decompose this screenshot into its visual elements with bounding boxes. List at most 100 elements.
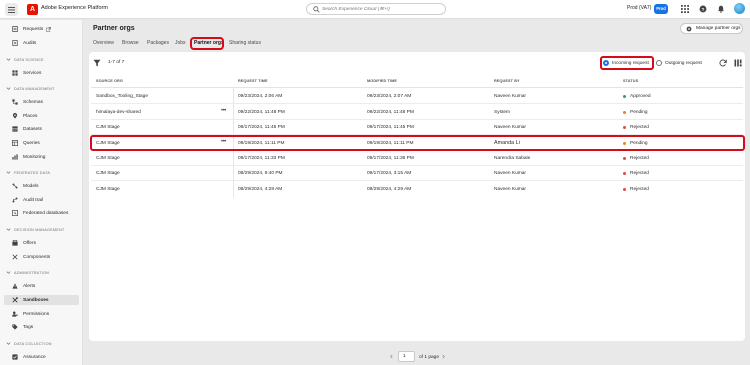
gear-icon xyxy=(686,26,692,31)
audits-icon xyxy=(11,39,19,47)
monitoring-icon xyxy=(11,153,19,161)
cell-request-by: System xyxy=(494,110,510,115)
sidebar-item-models[interactable]: Models xyxy=(4,181,79,191)
sidebar-item-label: Queries xyxy=(23,140,40,146)
sidebar-section-federated-data[interactable]: FEDERATED DATA xyxy=(6,170,50,175)
search-input[interactable] xyxy=(322,4,442,14)
cell-status: Approved xyxy=(630,94,651,99)
tab-highlight-annotation xyxy=(190,37,224,50)
sidebar-item-components[interactable]: Components xyxy=(4,252,79,262)
sidebar-item-tags[interactable]: Tags xyxy=(4,322,79,332)
sidebar-item-label: Tags xyxy=(23,324,34,330)
previous-page-icon[interactable] xyxy=(389,354,394,359)
sidebar-item-requests[interactable]: Requests xyxy=(4,24,79,34)
sidebar-item-services[interactable]: Services xyxy=(4,68,79,78)
search-box[interactable] xyxy=(306,3,446,15)
cell-source-org: CJM Stage xyxy=(96,187,120,192)
org-switcher[interactable]: Prod (VA7) xyxy=(627,5,651,11)
sidebar: Requests Audits DATA SCIENCE Services DA… xyxy=(0,20,83,365)
filter-icon[interactable] xyxy=(93,59,101,67)
tags-icon xyxy=(11,323,19,331)
sidebar-item-label: Components xyxy=(23,254,51,260)
cell-source-org: CJM Stage xyxy=(96,156,120,161)
table-row[interactable]: Sandbox_Tooling_Stage 09/23/2024, 2:06 A… xyxy=(91,89,743,104)
adobe-logo-icon[interactable]: A xyxy=(27,4,38,15)
requests-icon xyxy=(11,25,19,33)
sidebar-item-audits[interactable]: Audits xyxy=(4,38,79,48)
sidebar-item-label: Alerts xyxy=(23,283,36,289)
column-header-modified-time[interactable]: MODIFIED TIME xyxy=(367,79,397,83)
menu-icon[interactable] xyxy=(5,3,18,16)
next-page-icon[interactable] xyxy=(441,354,446,359)
help-icon[interactable]: ? xyxy=(698,4,708,14)
environment-badge[interactable]: Prod xyxy=(654,4,668,14)
column-header-status[interactable]: STATUS xyxy=(623,79,638,83)
cell-request-by: Naveen Kumar xyxy=(494,125,526,130)
column-header-request-time[interactable]: REQUEST TIME xyxy=(238,79,268,83)
sidebar-item-label: Audits xyxy=(23,40,37,46)
sidebar-item-monitoring[interactable]: Monitoring xyxy=(4,152,79,162)
sidebar-item-assurance[interactable]: Assurance xyxy=(4,352,79,362)
cell-request-time: 09/17/2024, 11:33 PM xyxy=(238,156,285,161)
tab-jobs[interactable]: Jobs xyxy=(175,40,186,46)
sidebar-section-administration[interactable]: ADMINISTRATION xyxy=(6,270,49,275)
sidebar-item-datasets[interactable]: Datasets xyxy=(4,124,79,134)
tab-overview[interactable]: Overview xyxy=(93,40,114,46)
tab-browse[interactable]: Browse xyxy=(122,40,139,46)
sidebar-item-queries[interactable]: Queries xyxy=(4,138,79,148)
sidebar-item-label: Requests xyxy=(23,26,44,32)
column-settings-icon[interactable] xyxy=(734,59,742,67)
table-row[interactable]: CJM Stage 08/29/2024, 9:40 PM 09/17/2024… xyxy=(91,166,743,181)
chevron-down-icon xyxy=(6,228,11,231)
cell-request-by: Narendra Sabale xyxy=(494,156,531,161)
more-actions-icon[interactable]: ••• xyxy=(221,108,226,114)
table-row[interactable]: CJM Stage 09/17/2024, 11:33 PM 09/17/202… xyxy=(91,151,743,166)
sidebar-section-title: DATA SCIENCE xyxy=(14,57,44,62)
sidebar-section-data-science[interactable]: DATA SCIENCE xyxy=(6,57,44,62)
assurance-icon xyxy=(11,353,19,361)
outgoing-request-radio[interactable]: Outgoing request xyxy=(656,60,702,66)
chevron-down-icon xyxy=(6,271,11,274)
tab-packages[interactable]: Packages xyxy=(147,40,169,46)
cell-request-time: 08/29/2024, 4:28 AM xyxy=(238,187,283,192)
sidebar-section-title: FEDERATED DATA xyxy=(14,170,51,175)
sidebar-item-schemas[interactable]: Schemas xyxy=(4,97,79,107)
sidebar-item-places[interactable]: Places xyxy=(4,111,79,121)
apps-grid-icon[interactable] xyxy=(680,4,690,14)
audit-trail-icon xyxy=(11,196,19,204)
cell-status: Rejected xyxy=(630,125,649,130)
sidebar-section-data-collection[interactable]: DATA COLLECTION xyxy=(6,341,52,346)
tab-sharing-status[interactable]: Sharing status xyxy=(229,40,261,46)
sidebar-item-audit-trail[interactable]: Audit trail xyxy=(4,195,79,205)
user-avatar[interactable] xyxy=(734,3,745,14)
sidebar-item-label: Schemas xyxy=(23,99,43,105)
app-title[interactable]: Adobe Experience Platform xyxy=(41,5,108,11)
notifications-bell-icon[interactable] xyxy=(716,4,726,14)
sidebar-item-federated-databases[interactable]: Federated databases xyxy=(4,208,79,218)
status-rejected-dot-icon xyxy=(623,126,626,129)
sidebar-item-offers[interactable]: Offers xyxy=(4,238,79,248)
manage-partner-orgs-button[interactable]: Manage partner orgs xyxy=(680,23,743,34)
sidebar-section-decision-management[interactable]: DECISION MANAGEMENT xyxy=(6,227,64,232)
row-highlight-annotation xyxy=(90,135,745,151)
column-header-request-by[interactable]: REQUEST BY xyxy=(494,79,520,83)
cell-status: Rejected xyxy=(630,171,649,176)
sidebar-section-data-management[interactable]: DATA MANAGEMENT xyxy=(6,86,55,91)
sidebar-item-label: Sandboxes xyxy=(23,297,49,303)
sidebar-item-permissions[interactable]: Permissions xyxy=(4,309,79,319)
sidebar-item-alerts[interactable]: Alerts xyxy=(4,281,79,291)
table-row[interactable]: himalaya-dev-shared ••• 09/22/2024, 11:4… xyxy=(91,105,743,120)
sidebar-item-sandboxes[interactable]: Sandboxes xyxy=(4,295,79,305)
page-number-input[interactable]: 1 xyxy=(398,351,415,362)
refresh-icon[interactable] xyxy=(719,59,727,67)
cell-modified-time: 08/29/2024, 4:29 AM xyxy=(367,187,412,192)
federated-databases-icon xyxy=(11,209,19,217)
table-row[interactable]: CJM Stage 09/17/2024, 11:45 PM 09/17/202… xyxy=(91,120,743,135)
models-icon xyxy=(11,182,19,190)
sidebar-item-label: Audit trail xyxy=(23,197,43,203)
column-header-source-org[interactable]: SOURCE ORG xyxy=(96,79,123,83)
sidebar-item-label: Services xyxy=(23,70,42,76)
components-icon xyxy=(11,253,19,261)
table-row[interactable]: CJM Stage 08/29/2024, 4:28 AM 08/29/2024… xyxy=(91,182,743,197)
status-rejected-dot-icon xyxy=(623,157,626,160)
